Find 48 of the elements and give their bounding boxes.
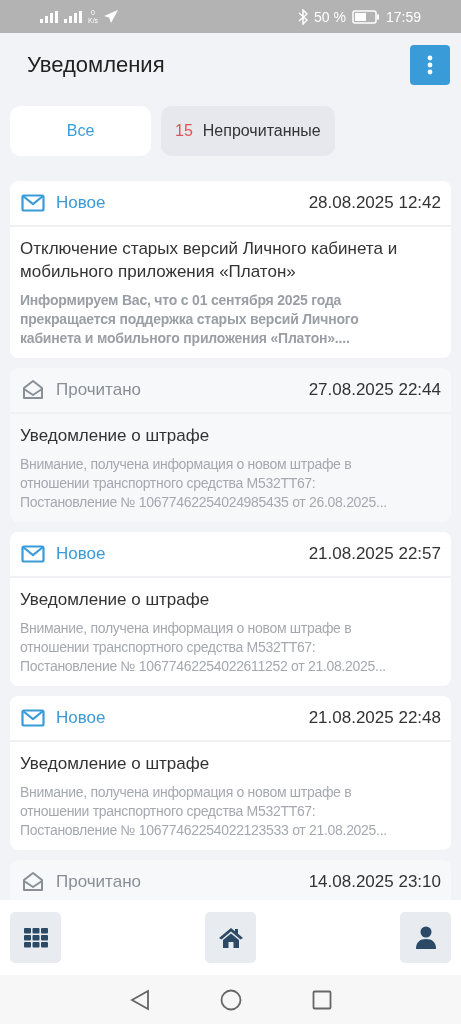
apps-button[interactable] <box>10 912 61 963</box>
home-icon <box>217 926 244 949</box>
notification-card[interactable]: Новое 21.08.2025 22:48 Уведомление о штрафе Внимание, получена информация о новом штрафе в отношении транспортного средства М532ТТ67: Постановление № 10677462254022123533 от 21.08.2025... <box>10 696 451 850</box>
user-icon <box>414 925 437 950</box>
send-icon <box>104 10 119 23</box>
notification-card[interactable]: Новое 21.08.2025 22:57 Уведомление о штрафе Внимание, получена информация о новом штрафе в отношении транспортного средства М532ТТ67: Постановление № 10677462254022611252 от 21.08.2025... <box>10 532 451 686</box>
signal-icon <box>40 10 58 23</box>
battery-percent: 50 % <box>314 8 346 25</box>
notification-text: Внимание, получена информация о новом штрафе в отношении транспортного средства М532ТТ67: Постановление № 10677462254024985435 от 26.08.2025... <box>20 455 388 512</box>
envelope-icon <box>21 545 45 563</box>
notification-date: 14.08.2025 23:10 <box>308 872 441 892</box>
more-vertical-icon <box>427 55 433 75</box>
grid-icon <box>23 927 48 948</box>
notification-card[interactable]: Прочитано 27.08.2025 22:44 Уведомление о штрафе Внимание, получена информация о новом штрафе в отношении транспортного средства М532ТТ67: Постановление № 10677462254024985435 от 26.08.2025... <box>10 368 451 522</box>
home-nav-button[interactable] <box>219 988 242 1011</box>
envelope-icon <box>21 709 45 727</box>
status-label: Прочитано <box>56 380 141 400</box>
notification-card[interactable] <box>10 181 451 358</box>
clock: 17:59 <box>385 8 421 25</box>
menu-button[interactable] <box>410 45 450 85</box>
status-label: Прочитано <box>56 872 141 892</box>
notification-title: Уведомление о штрафе <box>20 589 211 611</box>
notification-date: 28.08.2025 12:42 <box>308 193 441 213</box>
notification-text: Внимание, получена информация о новом штрафе в отношении транспортного средства М532ТТ67: Постановление № 10677462254022123533 от 21.08.2025... <box>20 783 388 840</box>
profile-button[interactable] <box>400 912 451 963</box>
status-label: Новое <box>56 544 106 564</box>
back-button[interactable] <box>129 988 150 1011</box>
open-envelope-icon <box>21 870 45 894</box>
filter-tab[interactable]: 15 Непрочитанные <box>161 106 335 156</box>
battery-icon <box>351 9 380 24</box>
notification-card[interactable]: Прочитано 14.08.2025 23:10 <box>10 860 451 900</box>
status-label: Новое <box>56 193 106 213</box>
notification-text: Внимание, получена информация о новом штрафе в отношении транспортного средства М532ТТ67: Постановление № 10677462254022611252 от 21.08.2025... <box>20 619 387 676</box>
home-button[interactable] <box>205 912 256 963</box>
notification-title: Отключение старых версий Личного кабинета и мобильного приложения «Платон» <box>20 238 399 283</box>
notification-title: Уведомление о штрафе <box>20 425 211 447</box>
signal-icon <box>64 10 82 23</box>
recents-button[interactable] <box>311 989 332 1010</box>
bluetooth-icon <box>298 8 309 25</box>
page-title: Уведомления <box>27 52 165 78</box>
notification-text: Информируем Вас, что с 01 сентября 2025 года прекращается поддержка старых версий Личного кабинета и мобильного приложения «Платон».... <box>20 291 360 348</box>
notification-date: 21.08.2025 22:48 <box>308 708 441 728</box>
notification-title: Уведомление о штрафе <box>20 753 211 775</box>
notification-date: 27.08.2025 22:44 <box>308 380 441 400</box>
open-envelope-icon <box>21 378 45 402</box>
envelope-icon <box>21 194 45 212</box>
status-label: Новое <box>56 708 106 728</box>
notification-date: 21.08.2025 22:57 <box>308 544 441 564</box>
